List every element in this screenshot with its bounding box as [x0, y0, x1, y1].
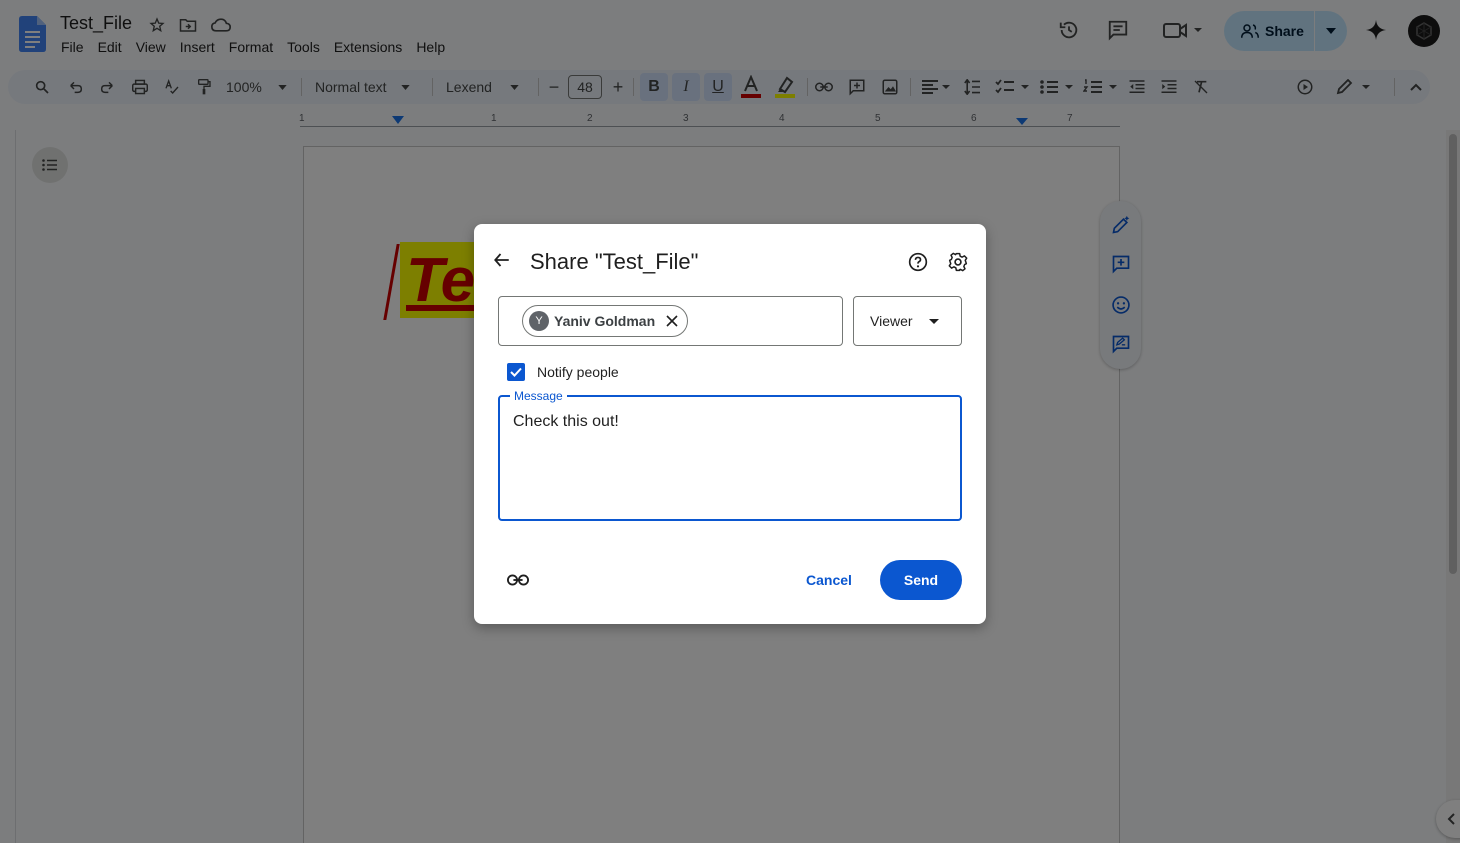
settings-gear-icon[interactable]	[946, 250, 970, 274]
role-value: Viewer	[870, 313, 913, 329]
notify-checkbox[interactable]	[507, 363, 525, 381]
notify-label: Notify people	[537, 364, 619, 380]
remove-recipient-icon[interactable]	[663, 312, 681, 330]
role-select[interactable]: Viewer	[853, 296, 962, 346]
recipient-name: Yaniv Goldman	[554, 313, 656, 329]
recipient-chip[interactable]: Y Yaniv Goldman	[522, 305, 689, 337]
caret-down-icon	[929, 319, 939, 324]
copy-link-icon[interactable]	[506, 568, 530, 592]
share-dialog: Share "Test_File" Y Yaniv Goldman Viewer…	[474, 224, 986, 624]
message-text[interactable]: Check this out!	[513, 413, 619, 431]
message-textarea[interactable]: Message Check this out!	[498, 389, 962, 521]
recipient-avatar: Y	[529, 311, 549, 331]
help-icon[interactable]	[906, 250, 930, 274]
cancel-button[interactable]: Cancel	[790, 560, 868, 600]
message-label: Message	[510, 389, 567, 403]
dialog-title: Share "Test_File"	[530, 249, 699, 274]
send-button[interactable]: Send	[880, 560, 962, 600]
back-arrow-icon[interactable]	[490, 248, 514, 272]
checkmark-icon	[510, 367, 522, 377]
add-people-input[interactable]: Y Yaniv Goldman	[498, 296, 843, 346]
